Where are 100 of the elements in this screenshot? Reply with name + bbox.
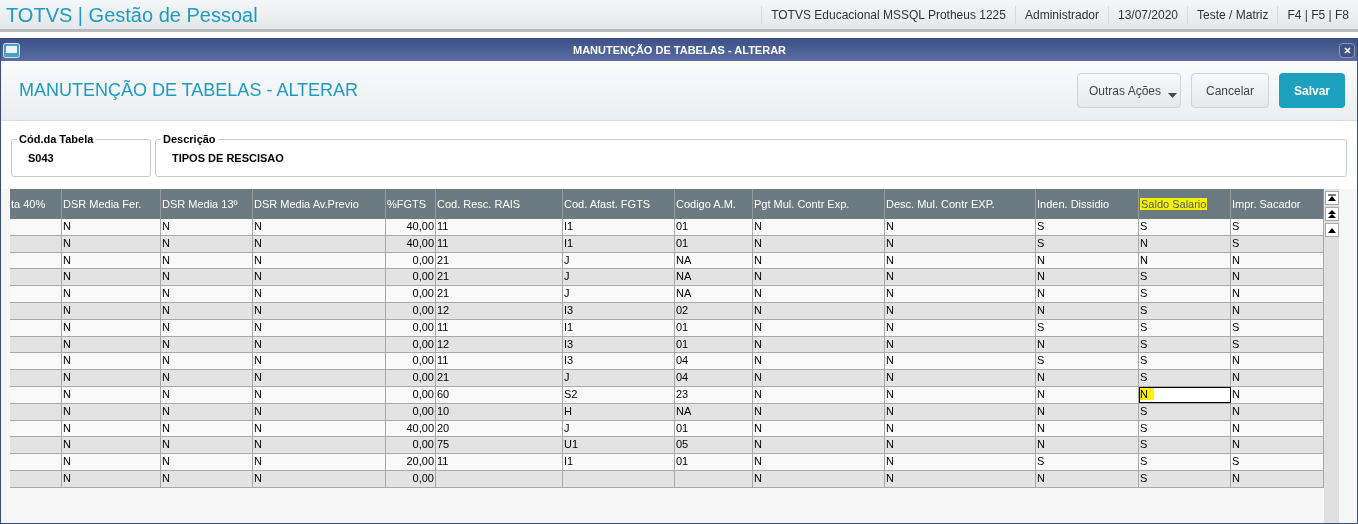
- table-cell[interactable]: 12: [436, 336, 563, 353]
- table-cell[interactable]: N: [161, 336, 253, 353]
- table-cell[interactable]: N: [161, 319, 253, 336]
- table-cell[interactable]: N: [253, 386, 386, 403]
- table-cell[interactable]: N: [62, 437, 161, 454]
- table-cell[interactable]: N: [885, 252, 1036, 269]
- table-cell[interactable]: 05: [675, 437, 753, 454]
- table-cell[interactable]: N: [753, 454, 885, 470]
- table-cell[interactable]: N: [753, 470, 885, 487]
- table-cell[interactable]: N: [753, 370, 885, 386]
- table-cell[interactable]: 01: [675, 336, 753, 353]
- table-cell[interactable]: 0,00: [386, 386, 436, 403]
- table-cell[interactable]: N: [753, 219, 885, 235]
- table-cell[interactable]: U1: [563, 437, 675, 454]
- table-cell[interactable]: N: [1036, 420, 1139, 437]
- table-cell[interactable]: S: [1139, 286, 1231, 302]
- table-cell[interactable]: 11: [436, 219, 563, 235]
- table-cell[interactable]: N: [161, 303, 253, 319]
- table-cell[interactable]: N: [253, 336, 386, 353]
- scroll-to-top-button[interactable]: [1324, 191, 1339, 205]
- table-cell[interactable]: N: [62, 303, 161, 319]
- scroll-up-button[interactable]: [1324, 223, 1339, 237]
- table-cell[interactable]: 01: [675, 319, 753, 336]
- table-cell[interactable]: 0,00: [386, 403, 436, 420]
- table-cell[interactable]: N: [161, 454, 253, 470]
- table-cell[interactable]: I3: [563, 303, 675, 319]
- table-cell[interactable]: N: [885, 470, 1036, 487]
- table-cell[interactable]: J: [563, 370, 675, 386]
- table-cell[interactable]: N: [1139, 235, 1231, 252]
- table-cell[interactable]: 21: [436, 370, 563, 386]
- table-cell[interactable]: 01: [675, 420, 753, 437]
- table-cell[interactable]: S: [1139, 336, 1231, 353]
- table-cell[interactable]: J: [563, 252, 675, 269]
- table-cell[interactable]: N: [161, 353, 253, 370]
- table-cell[interactable]: NA: [675, 403, 753, 420]
- table-cell[interactable]: J: [563, 269, 675, 286]
- table-cell[interactable]: S: [1036, 235, 1139, 252]
- table-cell[interactable]: N: [161, 386, 253, 403]
- table-cell[interactable]: N: [885, 319, 1036, 336]
- table-cell[interactable]: 02: [675, 303, 753, 319]
- table-cell[interactable]: S: [1139, 470, 1231, 487]
- table-cell[interactable]: I1: [563, 219, 675, 235]
- table-cell[interactable]: N: [753, 269, 885, 286]
- table-cell[interactable]: N: [253, 437, 386, 454]
- table-cell[interactable]: S: [1036, 319, 1139, 336]
- table-cell[interactable]: N: [885, 437, 1036, 454]
- table-cell[interactable]: 0,00: [386, 470, 436, 487]
- table-cell[interactable]: I3: [563, 336, 675, 353]
- table-cell[interactable]: N: [253, 286, 386, 302]
- table-cell[interactable]: N: [885, 219, 1036, 235]
- table-cell[interactable]: N: [62, 319, 161, 336]
- table-cell[interactable]: N: [1036, 269, 1139, 286]
- table-cell[interactable]: N: [161, 420, 253, 437]
- table-cell[interactable]: N: [253, 303, 386, 319]
- table-cell[interactable]: N: [885, 403, 1036, 420]
- table-cell[interactable]: NA: [675, 252, 753, 269]
- table-cell[interactable]: S: [1036, 219, 1139, 235]
- table-cell[interactable]: 60: [436, 386, 563, 403]
- table-cell[interactable]: N: [1036, 370, 1139, 386]
- table-cell[interactable]: N: [161, 437, 253, 454]
- table-cell[interactable]: 04: [675, 353, 753, 370]
- table-cell[interactable]: J: [563, 286, 675, 302]
- table-cell[interactable]: N: [753, 303, 885, 319]
- table-cell[interactable]: N: [161, 269, 253, 286]
- table-cell[interactable]: N: [885, 286, 1036, 302]
- table-cell[interactable]: 0,00: [386, 353, 436, 370]
- table-cell[interactable]: 10: [436, 403, 563, 420]
- table-cell[interactable]: N: [253, 470, 386, 487]
- table-cell[interactable]: N: [62, 386, 161, 403]
- table-cell[interactable]: 01: [675, 454, 753, 470]
- table-cell[interactable]: S: [1139, 420, 1231, 437]
- table-cell[interactable]: I1: [563, 235, 675, 252]
- table-cell[interactable]: N: [885, 370, 1036, 386]
- table-cell[interactable]: N: [62, 235, 161, 252]
- table-cell[interactable]: N: [161, 370, 253, 386]
- table-cell[interactable]: 23: [675, 386, 753, 403]
- table-cell[interactable]: S: [1036, 353, 1139, 370]
- table-cell[interactable]: N: [753, 252, 885, 269]
- table-cell[interactable]: N: [253, 370, 386, 386]
- table-cell[interactable]: N: [62, 470, 161, 487]
- table-cell[interactable]: N: [62, 403, 161, 420]
- table-cell[interactable]: 40,00: [386, 235, 436, 252]
- table-cell[interactable]: N: [885, 235, 1036, 252]
- table-cell[interactable]: S2: [563, 386, 675, 403]
- table-cell[interactable]: S: [1139, 454, 1231, 470]
- table-cell[interactable]: 21: [436, 286, 563, 302]
- table-cell[interactable]: 01: [675, 219, 753, 235]
- table-cell[interactable]: 0,00: [386, 286, 436, 302]
- table-cell[interactable]: S: [1139, 403, 1231, 420]
- table-cell[interactable]: 04: [675, 370, 753, 386]
- table-cell[interactable]: N: [885, 353, 1036, 370]
- table-cell[interactable]: N: [885, 303, 1036, 319]
- table-cell[interactable]: J: [563, 420, 675, 437]
- table-cell[interactable]: S: [1139, 370, 1231, 386]
- table-cell[interactable]: N: [753, 319, 885, 336]
- table-cell[interactable]: N: [161, 252, 253, 269]
- table-cell[interactable]: S: [1036, 454, 1139, 470]
- table-cell[interactable]: 40,00: [386, 219, 436, 235]
- more-actions-button[interactable]: Outras Ações: [1077, 73, 1181, 108]
- table-cell[interactable]: N: [161, 235, 253, 252]
